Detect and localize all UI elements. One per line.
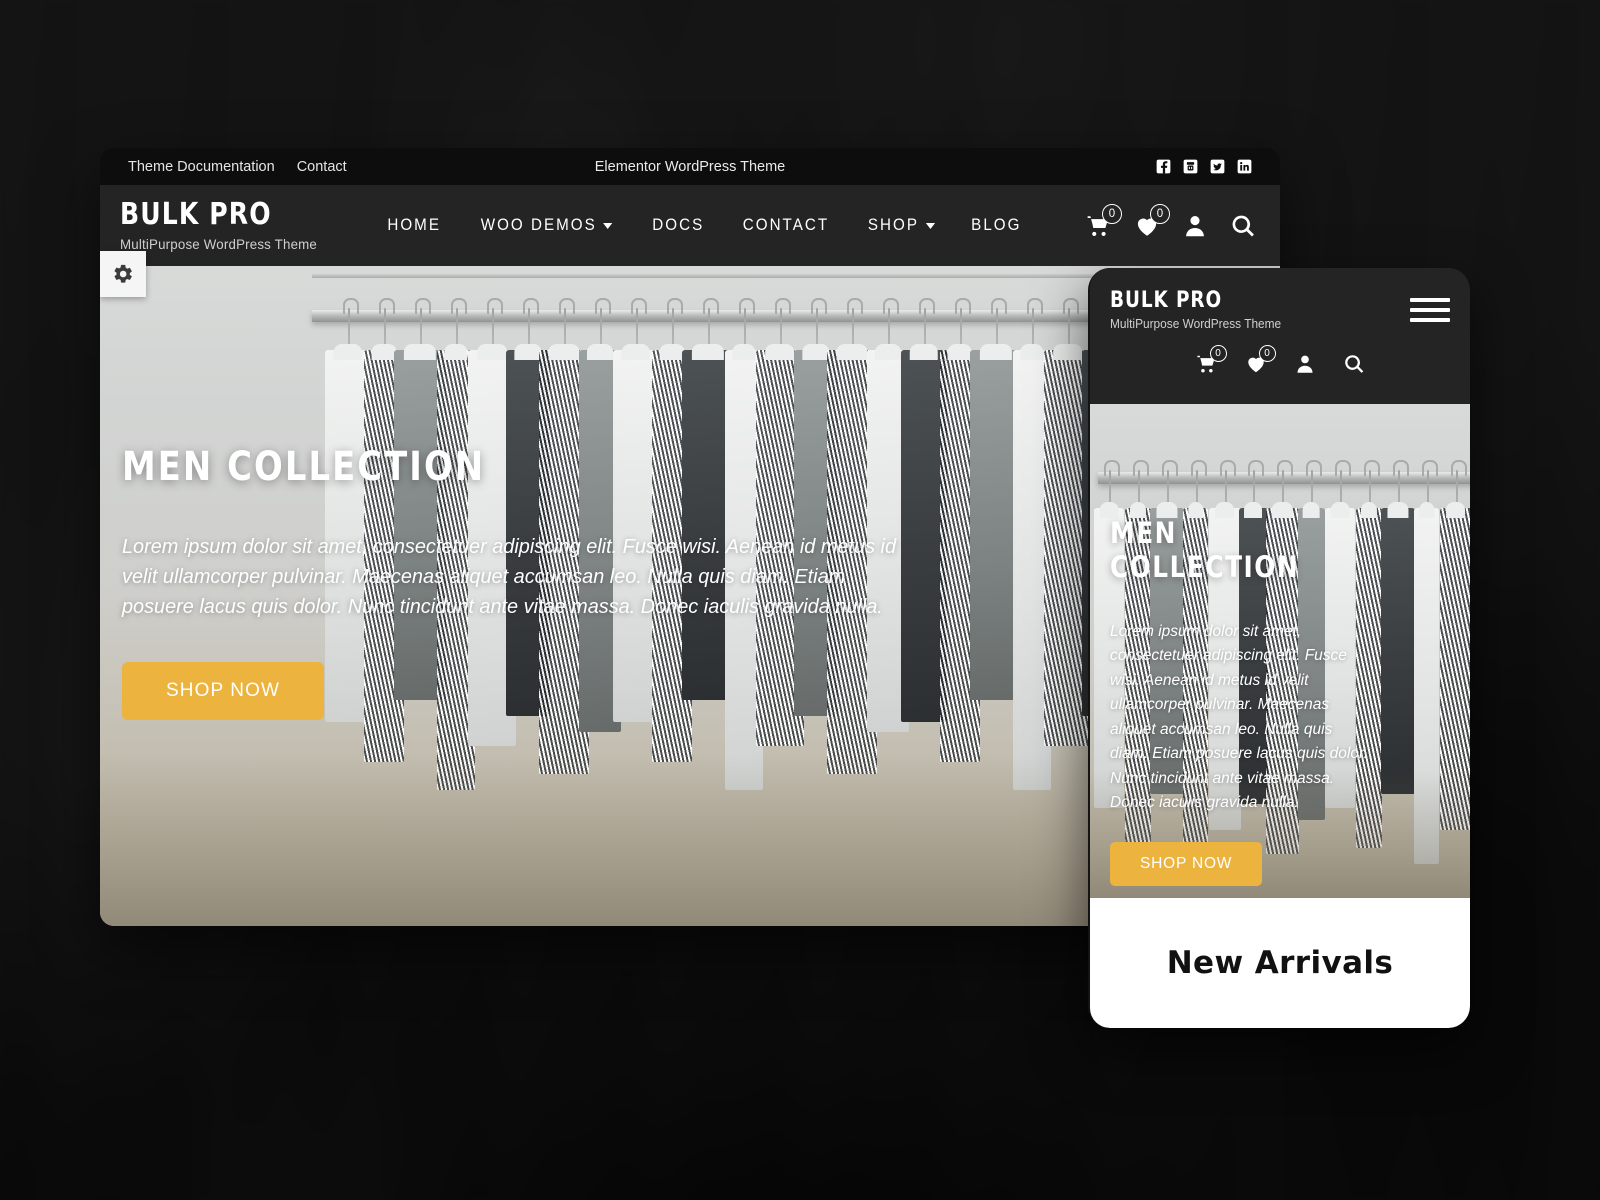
social-links xyxy=(1156,159,1252,174)
settings-gear-tab[interactable] xyxy=(100,251,146,297)
wishlist-count-badge: 0 xyxy=(1150,203,1170,224)
nav-links: HOME WOO DEMOS DOCS CONTACT SHOP BLOG 0 … xyxy=(385,203,1256,239)
mobile-wishlist-count-badge: 0 xyxy=(1258,345,1276,362)
nav-item-contact[interactable]: CONTACT xyxy=(743,216,829,235)
brand-name: BULK PRO xyxy=(120,196,272,232)
mobile-brand-tagline: MultiPurpose WordPress Theme xyxy=(1110,317,1282,331)
chevron-down-icon xyxy=(603,222,613,229)
mobile-hero-body-text: Lorem ipsum dolor sit amet, consectetuer… xyxy=(1110,623,1368,812)
topbar-link-contact[interactable]: Contact xyxy=(297,159,347,175)
mobile-preview-frame: BULK PRO MultiPurpose WordPress Theme 0 … xyxy=(1088,268,1470,1028)
hamburger-menu-icon[interactable] xyxy=(1410,290,1450,322)
mobile-footer-section: New Arrivals xyxy=(1090,898,1470,1028)
mobile-site-brand[interactable]: BULK PRO MultiPurpose WordPress Theme xyxy=(1110,288,1290,332)
chevron-down-icon xyxy=(925,222,935,229)
cart-count-badge: 0 xyxy=(1102,203,1122,224)
mobile-hero-title: MEN COLLECTION xyxy=(1110,516,1300,584)
brand-tagline: MultiPurpose WordPress Theme xyxy=(120,235,318,252)
hero-body-text: Lorem ipsum dolor sit amet, consectetuer… xyxy=(122,535,897,619)
utility-topbar: Theme Documentation Contact Elementor Wo… xyxy=(100,148,1280,185)
nav-icon-group: 0 0 xyxy=(1086,203,1256,239)
site-brand[interactable]: BULK PRO MultiPurpose WordPress Theme xyxy=(120,196,327,252)
nav-item-docs[interactable]: DOCS xyxy=(653,216,705,235)
facebook-icon[interactable] xyxy=(1156,159,1171,174)
wishlist-icon[interactable]: 0 xyxy=(1134,203,1170,239)
mobile-hero-section: MEN COLLECTION Lorem ipsum dolor sit ame… xyxy=(1090,404,1470,898)
mobile-cart-count-badge: 0 xyxy=(1209,345,1227,362)
user-account-icon[interactable] xyxy=(1182,213,1208,239)
twitter-icon[interactable] xyxy=(1210,159,1225,174)
mobile-cart-icon[interactable]: 0 xyxy=(1196,345,1227,375)
hero-content: MEN COLLECTION Lorem ipsum dolor sit ame… xyxy=(122,444,942,721)
shop-now-button[interactable]: SHOP NOW xyxy=(122,662,325,721)
mobile-wishlist-icon[interactable]: 0 xyxy=(1245,345,1276,375)
cart-icon[interactable]: 0 xyxy=(1086,203,1122,239)
mobile-user-account-icon[interactable] xyxy=(1294,353,1316,375)
nav-item-blog[interactable]: BLOG xyxy=(972,216,1022,235)
nav-item-home[interactable]: HOME xyxy=(387,216,441,235)
main-navigation-bar: BULK PRO MultiPurpose WordPress Theme HO… xyxy=(100,185,1280,266)
mobile-icon-group: 0 0 xyxy=(1090,345,1470,375)
mobile-shop-now-button[interactable]: SHOP NOW xyxy=(1110,841,1263,886)
mobile-search-icon[interactable] xyxy=(1343,353,1365,375)
youtube-icon[interactable] xyxy=(1183,159,1198,174)
gear-icon xyxy=(114,264,132,283)
mobile-hero-content: MEN COLLECTION Lorem ipsum dolor sit ame… xyxy=(1110,516,1372,886)
nav-item-shop[interactable]: SHOP xyxy=(868,216,935,235)
search-icon[interactable] xyxy=(1230,213,1256,239)
nav-item-woo-demos[interactable]: WOO DEMOS xyxy=(481,216,613,235)
mobile-header: BULK PRO MultiPurpose WordPress Theme 0 … xyxy=(1090,268,1470,404)
new-arrivals-title: New Arrivals xyxy=(1166,945,1394,981)
topbar-link-theme-documentation[interactable]: Theme Documentation xyxy=(128,159,275,175)
hero-title: MEN COLLECTION xyxy=(122,444,486,490)
mobile-brand-name: BULK PRO xyxy=(1110,288,1223,313)
topbar-links: Theme Documentation Contact xyxy=(128,159,347,175)
linkedin-icon[interactable] xyxy=(1237,159,1252,174)
